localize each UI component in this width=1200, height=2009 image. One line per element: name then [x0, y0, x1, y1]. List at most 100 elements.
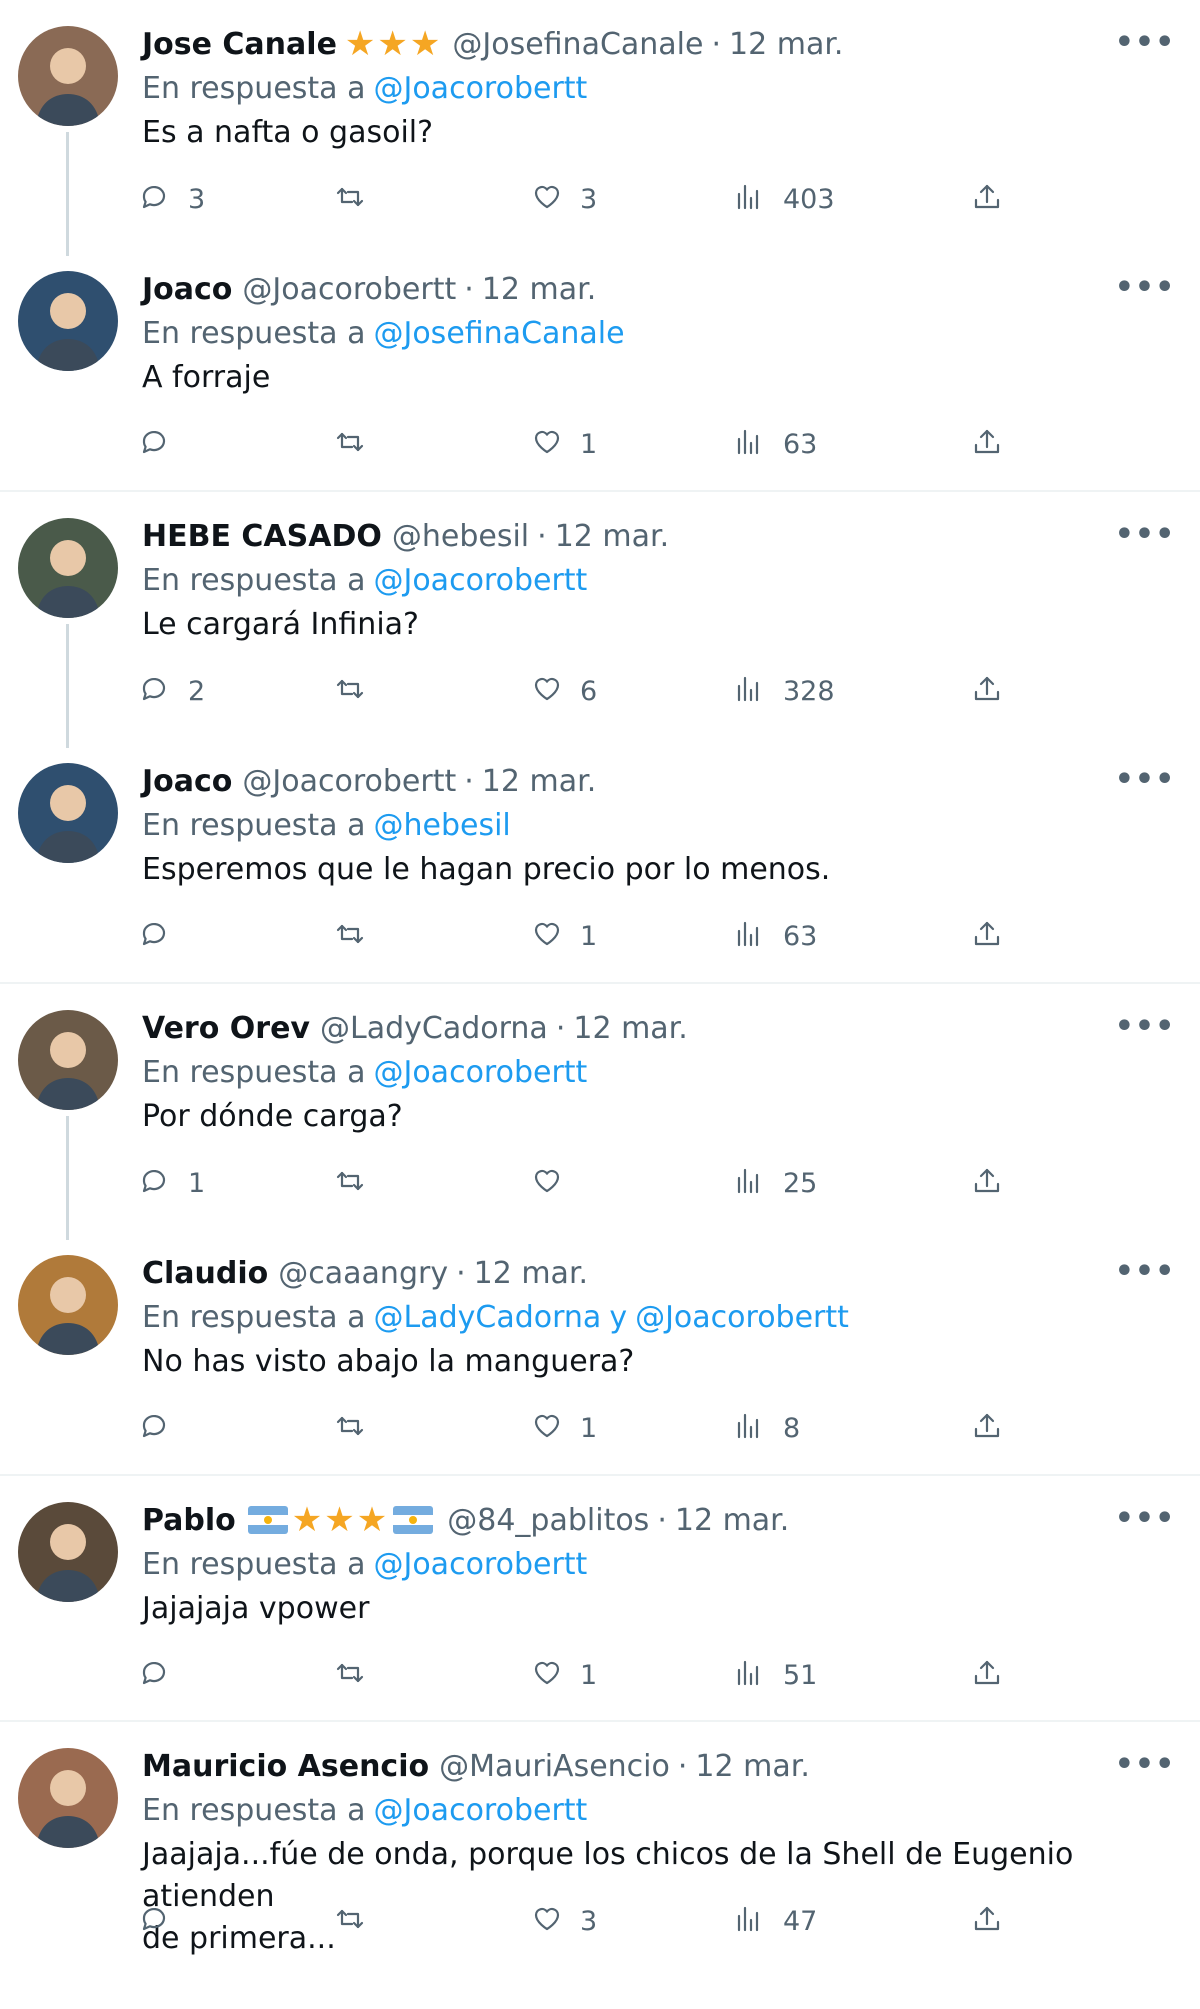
separator-dot: · — [711, 26, 722, 62]
avatar[interactable] — [18, 763, 118, 863]
mention-link[interactable]: @Joacorobertt — [373, 1793, 587, 1828]
retweet-button[interactable] — [333, 1160, 367, 1206]
author-name[interactable]: Joaco — [142, 764, 232, 799]
reply-button[interactable]: 3 — [138, 176, 205, 222]
views-button[interactable]: 47 — [733, 1898, 817, 1944]
avatar[interactable] — [18, 518, 118, 618]
more-options-icon[interactable]: ••• — [1115, 1006, 1175, 1046]
retweet-button[interactable] — [333, 421, 367, 467]
tweet-actions: 18 — [138, 1405, 1018, 1451]
views-button[interactable]: 63 — [733, 421, 817, 467]
retweet-button[interactable] — [333, 1652, 367, 1698]
tweet: Pablo ★ ★ ★ @84_pablitos · 12 mar. ••• En respue… — [0, 1476, 1200, 1722]
author-name[interactable]: Claudio — [142, 1256, 268, 1291]
retweet-button[interactable] — [333, 1405, 367, 1451]
mention-link[interactable]: @LadyCadorna — [373, 1300, 601, 1335]
timestamp[interactable]: 12 mar. — [695, 1749, 809, 1784]
like-button[interactable]: 1 — [530, 913, 597, 959]
reply-button[interactable] — [138, 421, 172, 467]
avatar[interactable] — [18, 26, 118, 126]
timestamp[interactable]: 12 mar. — [573, 1011, 687, 1046]
author-handle[interactable]: @LadyCadorna — [320, 1011, 548, 1046]
timestamp[interactable]: 12 mar. — [729, 27, 843, 62]
author-name[interactable]: Vero Orev — [142, 1011, 310, 1046]
author-handle[interactable]: @Joacorobertt — [242, 764, 456, 799]
mention-link[interactable]: @JosefinaCanale — [373, 316, 624, 351]
reply-button[interactable]: 1 — [138, 1160, 205, 1206]
author-handle[interactable]: @MauriAsencio — [439, 1749, 670, 1784]
mention-link[interactable]: @Joacorobertt — [373, 1055, 587, 1090]
avatar[interactable] — [18, 1010, 118, 1110]
author-handle[interactable]: @hebesil — [392, 519, 529, 554]
share-button[interactable] — [970, 1160, 1004, 1206]
mention-link[interactable]: @Joacorobertt — [373, 563, 587, 598]
reply-button[interactable] — [138, 913, 172, 959]
mention-link[interactable]: @Joacorobertt — [373, 1547, 587, 1582]
avatar[interactable] — [18, 1748, 118, 1848]
reply-button[interactable]: 2 — [138, 668, 205, 714]
share-button[interactable] — [970, 913, 1004, 959]
like-button[interactable] — [530, 1160, 564, 1206]
author-name[interactable]: Joaco — [142, 272, 232, 307]
views-button[interactable]: 403 — [733, 176, 835, 222]
timestamp[interactable]: 12 mar. — [675, 1503, 789, 1538]
author-name[interactable]: Jose Canale — [142, 27, 337, 62]
like-button[interactable]: 3 — [530, 176, 597, 222]
author-handle[interactable]: @84_pablitos — [447, 1503, 649, 1538]
reply-button[interactable] — [138, 1405, 172, 1451]
avatar[interactable] — [18, 1255, 118, 1355]
author-handle[interactable]: @Joacorobertt — [242, 272, 456, 307]
author-name[interactable]: Pablo — [142, 1503, 236, 1538]
retweet-button[interactable] — [333, 668, 367, 714]
tweet-text-line: Le cargará Infinia? — [142, 607, 419, 642]
reply-button[interactable] — [138, 1652, 172, 1698]
share-button[interactable] — [970, 421, 1004, 467]
timestamp[interactable]: 12 mar. — [482, 764, 596, 799]
more-options-icon[interactable]: ••• — [1115, 759, 1175, 799]
reply-button[interactable] — [138, 1898, 172, 1944]
like-button[interactable]: 1 — [530, 421, 597, 467]
separator-dot: · — [555, 1010, 566, 1046]
views-button[interactable]: 63 — [733, 913, 817, 959]
mention-link[interactable]: @Joacorobertt — [635, 1300, 849, 1335]
timestamp[interactable]: 12 mar. — [555, 519, 669, 554]
mention-link[interactable]: @hebesil — [373, 808, 510, 843]
more-options-icon[interactable]: ••• — [1115, 514, 1175, 554]
share-button[interactable] — [970, 176, 1004, 222]
avatar[interactable] — [18, 1502, 118, 1602]
analytics-icon — [733, 917, 767, 955]
reply-context: En respuesta a @LadyCadorna y @Joacorobertt — [142, 1297, 849, 1337]
views-count: 47 — [783, 1905, 818, 1937]
retweet-button[interactable] — [333, 1898, 367, 1944]
share-button[interactable] — [970, 1898, 1004, 1944]
like-button[interactable]: 6 — [530, 668, 597, 714]
views-button[interactable]: 328 — [733, 668, 835, 714]
author-handle[interactable]: @JosefinaCanale — [452, 27, 703, 62]
share-button[interactable] — [970, 668, 1004, 714]
retweet-button[interactable] — [333, 913, 367, 959]
views-button[interactable]: 25 — [733, 1160, 817, 1206]
timestamp[interactable]: 12 mar. — [482, 272, 596, 307]
like-button[interactable]: 3 — [530, 1898, 597, 1944]
reply-context: En respuesta a @JosefinaCanale — [142, 313, 625, 353]
more-options-icon[interactable]: ••• — [1115, 1498, 1175, 1538]
more-options-icon[interactable]: ••• — [1115, 267, 1175, 307]
author-name[interactable]: Mauricio Asencio — [142, 1749, 429, 1784]
like-button[interactable]: 1 — [530, 1652, 597, 1698]
share-button[interactable] — [970, 1652, 1004, 1698]
timestamp[interactable]: 12 mar. — [474, 1256, 588, 1291]
more-options-icon[interactable]: ••• — [1115, 1251, 1175, 1291]
avatar[interactable] — [18, 271, 118, 371]
tweet-text: Por dónde carga? — [142, 1096, 1142, 1138]
mention-link[interactable]: @Joacorobertt — [373, 71, 587, 106]
retweet-button[interactable] — [333, 176, 367, 222]
share-button[interactable] — [970, 1405, 1004, 1451]
like-button[interactable]: 1 — [530, 1405, 597, 1451]
views-button[interactable]: 8 — [733, 1405, 800, 1451]
views-button[interactable]: 51 — [733, 1652, 817, 1698]
more-options-icon[interactable]: ••• — [1115, 1744, 1175, 1784]
separator-dot: · — [464, 763, 474, 799]
author-handle[interactable]: @caaangry — [278, 1256, 448, 1291]
author-name[interactable]: HEBE CASADO — [142, 519, 382, 554]
more-options-icon[interactable]: ••• — [1115, 22, 1175, 62]
